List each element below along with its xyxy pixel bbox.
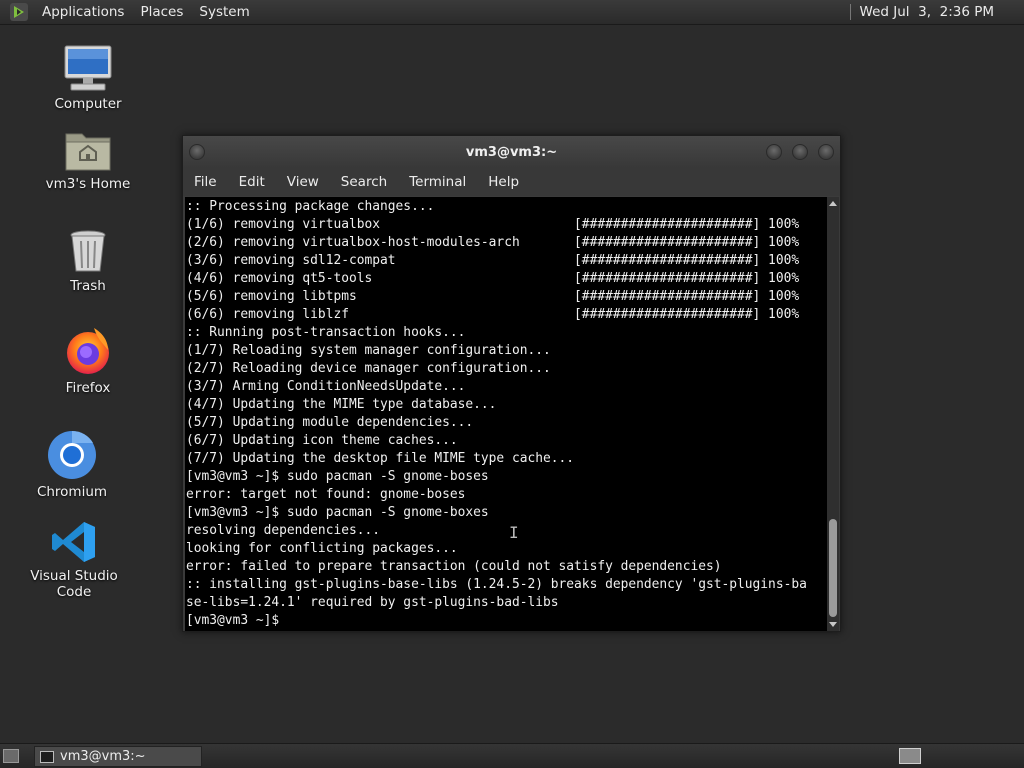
chromium-icon	[48, 430, 96, 479]
menu-edit[interactable]: Edit	[228, 174, 276, 190]
terminal-window[interactable]: vm3@vm3:~ File Edit View Search Terminal…	[182, 135, 841, 632]
menu-help[interactable]: Help	[477, 174, 530, 190]
desktop-icon-computer[interactable]: Computer	[33, 44, 143, 112]
desktop-icon-trash[interactable]: Trash	[33, 228, 143, 294]
computer-icon	[64, 45, 112, 91]
desktop-icon-firefox[interactable]: Firefox	[33, 326, 143, 396]
scroll-up-icon[interactable]	[829, 201, 837, 206]
terminal-line: (5/7) Updating module dependencies...	[186, 415, 474, 430]
terminal-line: (7/7) Updating the desktop file MIME typ…	[186, 451, 575, 466]
terminal-line: (6/7) Updating icon theme caches...	[186, 433, 458, 448]
desktop-icon-label: Chromium	[36, 484, 108, 500]
text-cursor-icon: I	[509, 523, 519, 542]
top-panel: Applications Places System Wed Jul 3, 2:…	[0, 0, 1024, 25]
terminal-line: (6/6) removing liblzf [#################…	[186, 307, 800, 322]
terminal-line: resolving dependencies...	[186, 523, 381, 538]
desktop-icon-label: Visual Studio Code	[30, 568, 118, 600]
terminal-line: (3/7) Arming ConditionNeedsUpdate...	[186, 379, 466, 394]
clock-separator	[849, 4, 851, 20]
desktop-icon-home[interactable]: vm3's Home	[33, 128, 143, 192]
desktop-icon-label: Firefox	[65, 380, 111, 396]
bottom-panel: vm3@vm3:~	[0, 743, 1024, 768]
desktop-icon-label: Trash	[70, 278, 106, 294]
terminal-line: (5/6) removing libtpms [################…	[186, 289, 800, 304]
terminal-line: [vm3@vm3 ~]$ sudo pacman -S gnome-boxes	[186, 505, 489, 520]
applications-menu[interactable]: Applications	[34, 4, 132, 20]
window-titlebar[interactable]: vm3@vm3:~	[183, 136, 840, 168]
terminal-line: (1/7) Reloading system manager configura…	[186, 343, 551, 358]
terminal-icon	[40, 750, 54, 763]
taskbar-item-terminal[interactable]: vm3@vm3:~	[34, 746, 202, 767]
system-menu[interactable]: System	[191, 4, 257, 20]
terminal-line: se-libs=1.24.1' required by gst-plugins-…	[186, 595, 559, 610]
minimize-button[interactable]	[766, 144, 782, 160]
window-menu-button[interactable]	[189, 144, 205, 160]
terminal-line: error: target not found: gnome-boses	[186, 487, 466, 502]
close-button[interactable]	[818, 144, 834, 160]
terminal-line: [vm3@vm3 ~]$ sudo pacman -S gnome-boses	[186, 469, 489, 484]
desktop-icon-label: vm3's Home	[45, 176, 131, 192]
clock[interactable]: Wed Jul 3, 2:36 PM	[849, 0, 1024, 24]
distro-logo-icon[interactable]	[10, 3, 28, 21]
vscode-icon	[52, 522, 95, 562]
window-title: vm3@vm3:~	[465, 144, 558, 160]
clock-text: Wed Jul 3, 2:36 PM	[859, 4, 994, 20]
terminal-line: (3/6) removing sdl12-compat [###########…	[186, 253, 800, 268]
terminal-line: :: Running post-transaction hooks...	[186, 325, 466, 340]
terminal-line: (2/7) Reloading device manager configura…	[186, 361, 551, 376]
scroll-down-icon[interactable]	[829, 622, 837, 627]
firefox-icon	[67, 328, 109, 374]
places-menu[interactable]: Places	[132, 4, 191, 20]
taskbar-item-label: vm3@vm3:~	[60, 749, 146, 764]
desktop-icon-chromium[interactable]: Chromium	[17, 430, 127, 500]
menu-file[interactable]: File	[183, 174, 228, 190]
terminal-line: (4/6) removing qt5-tools [##############…	[186, 271, 800, 286]
terminal-prompt: [vm3@vm3 ~]$	[186, 613, 287, 628]
terminal-line: error: failed to prepare transaction (co…	[186, 559, 722, 574]
menu-search[interactable]: Search	[330, 174, 398, 190]
terminal-line: (2/6) removing virtualbox-host-modules-a…	[186, 235, 800, 250]
show-desktop-icon[interactable]	[3, 749, 19, 763]
terminal-output[interactable]: :: Processing package changes... (1/6) r…	[185, 197, 828, 631]
terminal-line: :: Processing package changes...	[186, 199, 435, 214]
home-folder-icon	[65, 133, 111, 171]
desktop-icon-label: Computer	[54, 96, 122, 112]
menu-terminal[interactable]: Terminal	[398, 174, 477, 190]
workspace-switcher[interactable]	[899, 748, 921, 764]
desktop-icon-vscode[interactable]: Visual Studio Code	[19, 520, 129, 600]
trash-icon	[70, 230, 106, 272]
terminal-line: (1/6) removing virtualbox [#############…	[186, 217, 800, 232]
terminal-line: (4/7) Updating the MIME type database...	[186, 397, 497, 412]
terminal-line: :: installing gst-plugins-base-libs (1.2…	[186, 577, 807, 592]
scrollbar-thumb[interactable]	[829, 519, 837, 617]
terminal-line: looking for conflicting packages...	[186, 541, 458, 556]
maximize-button[interactable]	[792, 144, 808, 160]
menu-view[interactable]: View	[276, 174, 330, 190]
terminal-scrollbar[interactable]	[827, 197, 839, 631]
terminal-menubar: File Edit View Search Terminal Help	[183, 168, 840, 196]
